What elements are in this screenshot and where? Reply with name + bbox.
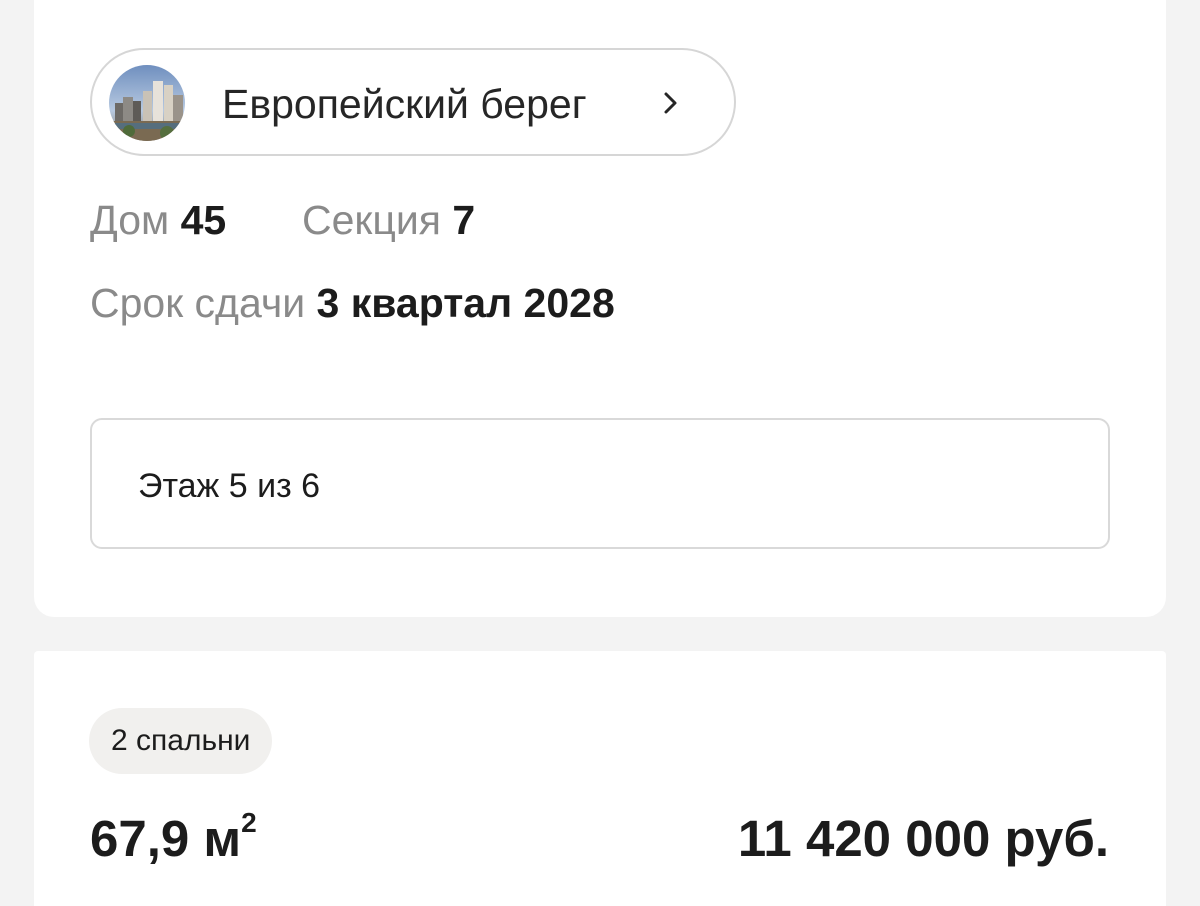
deadline-label: Срок сдачи [90,280,306,326]
floor-text: Этаж 5 из 6 [138,467,321,505]
project-name: Европейский берег [222,81,587,127]
floor-selector[interactable]: Этаж 5 из 6 [90,418,1110,549]
section-value: 7 [452,197,476,243]
house-value: 45 [180,197,227,243]
house-label: Дом [90,197,170,243]
bedrooms-badge: 2 спальни [89,708,273,774]
section-label: Секция [302,197,441,243]
area-unit-superscript: 2 [241,807,257,838]
deadline-value: 3 квартал 2028 [316,280,615,326]
area-value: 67,9 м [90,810,242,867]
section-info: Секция 7 [302,197,475,243]
apartment-area: 67,9 м2 [90,807,257,868]
building-photo-icon [109,65,185,141]
deadline-info: Срок сдачи 3 квартал 2028 [90,280,615,326]
apartment-price: 11 420 000 руб. [737,810,1109,867]
chevron-right-icon [660,90,682,116]
house-info: Дом 45 [90,197,226,243]
project-link-button[interactable]: Европейский берег [90,48,736,156]
